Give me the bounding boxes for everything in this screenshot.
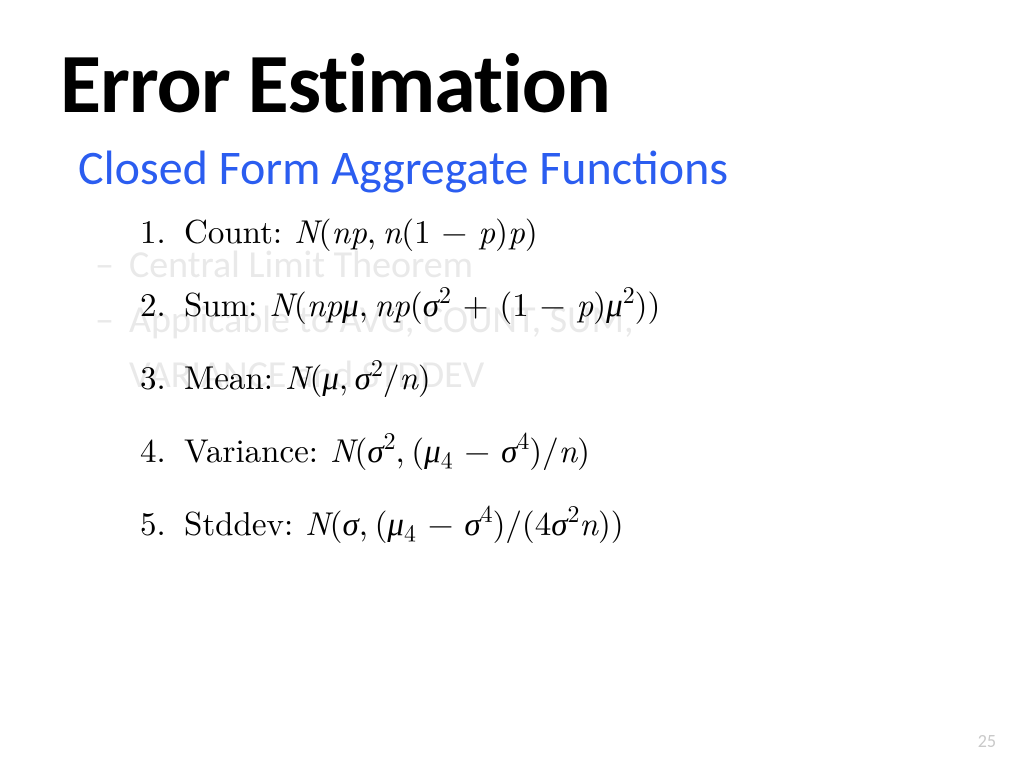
- formula-number: 5.: [140, 505, 184, 538]
- list-item: 3. Mean: N(μ, σ2/n): [140, 359, 964, 392]
- formula-number: 1.: [140, 213, 184, 246]
- formula-expr: N(μ, σ2/n): [285, 359, 431, 392]
- formula-expr: N(σ, (μ4 − σ4)/(4σ2n)): [305, 505, 624, 538]
- list-item: 4. Variance: N(σ2, (μ4 − σ4)/n): [140, 432, 964, 465]
- bullet-dash-icon: –: [95, 238, 129, 293]
- list-item: 1. Count: N(np, n(1 − p)p): [140, 213, 964, 246]
- formula-number: 2.: [140, 286, 184, 319]
- formula-label: Stddev:: [184, 505, 293, 538]
- formula-expr: N(σ2, (μ4 − σ4)/n): [330, 432, 590, 465]
- formula-label: Sum:: [184, 286, 257, 319]
- slide: Error Estimation Closed Form Aggregate F…: [0, 0, 1024, 768]
- slide-subtitle: Closed Form Aggregate Functions: [78, 142, 964, 195]
- formula-list: 1. Count: N(np, n(1 − p)p) 2. Sum: N(npμ…: [140, 213, 964, 538]
- page-number: 25: [978, 730, 996, 752]
- list-item: 5. Stddev: N(σ, (μ4 − σ4)/(4σ2n)): [140, 505, 964, 538]
- formula-expr: N(np, n(1 − p)p): [294, 213, 538, 246]
- formula-number: 4.: [140, 432, 184, 465]
- bullet-dash-icon: –: [95, 293, 129, 348]
- formula-number: 3.: [140, 359, 184, 392]
- formula-label: Variance:: [184, 432, 318, 465]
- formula-expr: N(npμ, np(σ2 + (1 − p)μ2)): [269, 286, 660, 319]
- formula-label: Count:: [184, 213, 282, 246]
- list-item: 2. Sum: N(npμ, np(σ2 + (1 − p)μ2)): [140, 286, 964, 319]
- formula-label: Mean:: [184, 359, 273, 392]
- slide-title: Error Estimation: [60, 40, 964, 128]
